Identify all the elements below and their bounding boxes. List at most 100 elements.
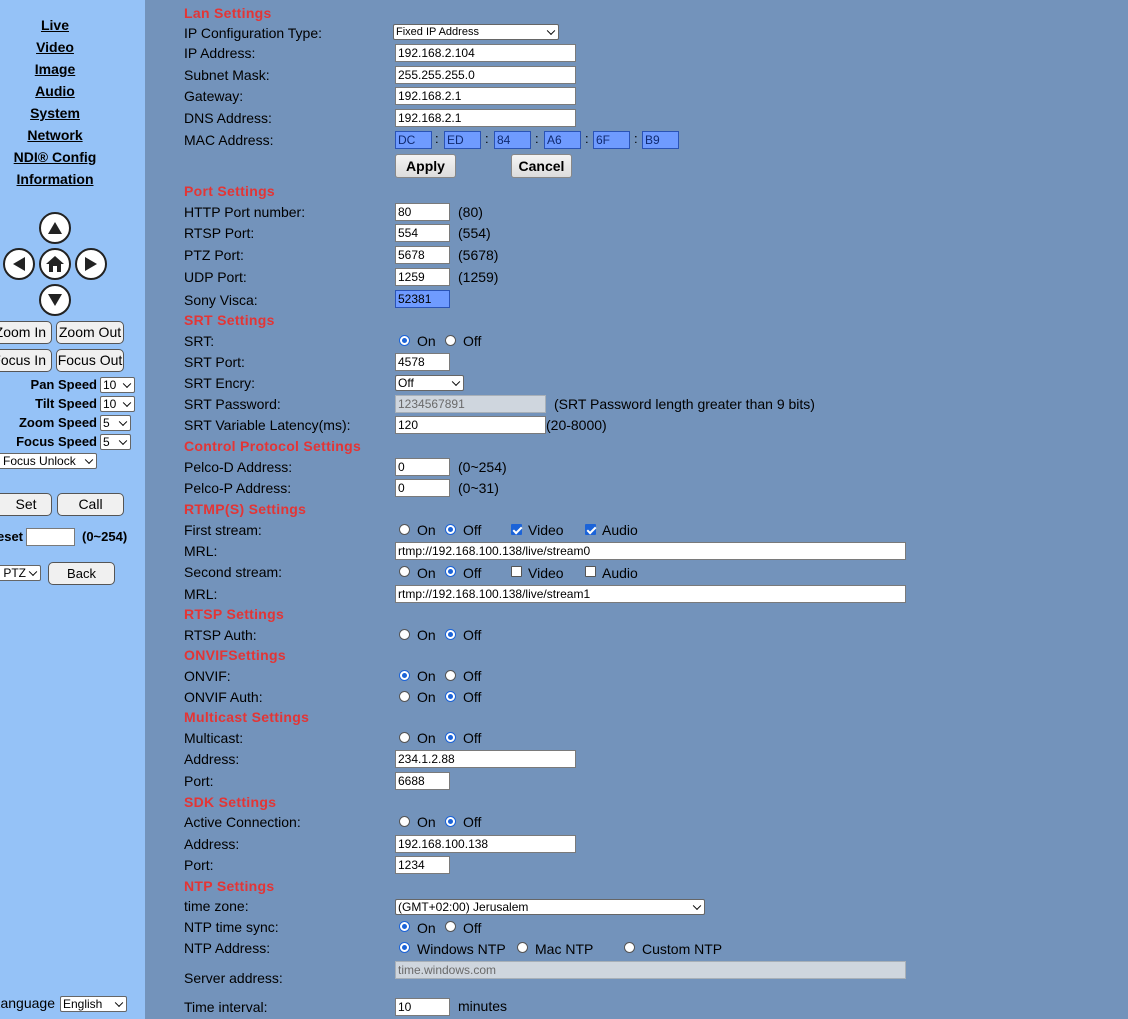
mac-byte-4[interactable]: A6 bbox=[544, 131, 581, 149]
rtsp-port-input[interactable]: 554 bbox=[395, 224, 450, 242]
srt-latency-input[interactable]: 120 bbox=[395, 416, 546, 434]
nav-ndi-config[interactable]: NDI® Config bbox=[0, 149, 110, 165]
multicast-off-radio[interactable] bbox=[445, 732, 456, 743]
pelco-d-input[interactable]: 0 bbox=[395, 458, 450, 476]
first-stream-off-radio[interactable] bbox=[445, 524, 456, 535]
nav-network[interactable]: Network bbox=[0, 127, 110, 143]
focus-speed-select[interactable]: 5 bbox=[100, 434, 131, 450]
mac-byte-3[interactable]: 84 bbox=[494, 131, 531, 149]
language-select[interactable]: English bbox=[60, 996, 127, 1012]
srt-off-radio[interactable] bbox=[445, 335, 456, 346]
nav-system[interactable]: System bbox=[0, 105, 110, 121]
onvif-auth-on-text: On bbox=[417, 689, 436, 705]
second-stream-audio-checkbox[interactable] bbox=[585, 566, 596, 577]
time-interval-input[interactable]: 10 bbox=[395, 998, 450, 1016]
multicast-port-input[interactable]: 6688 bbox=[395, 772, 450, 790]
active-connection-on-radio[interactable] bbox=[399, 816, 410, 827]
ip-config-select[interactable]: Fixed IP Address bbox=[393, 24, 559, 40]
sony-visca-input[interactable]: 52381 bbox=[395, 290, 450, 308]
multicast-on-radio[interactable] bbox=[399, 732, 410, 743]
onvif-off-radio[interactable] bbox=[445, 670, 456, 681]
mac-byte-6[interactable]: B9 bbox=[642, 131, 679, 149]
mac-ntp-radio[interactable] bbox=[517, 942, 528, 953]
nav-image[interactable]: Image bbox=[0, 61, 110, 77]
mode-select[interactable]: PTZ bbox=[0, 565, 41, 581]
mac-byte-5[interactable]: 6F bbox=[593, 131, 630, 149]
pelco-p-input[interactable]: 0 bbox=[395, 479, 450, 497]
tilt-speed-select[interactable]: 10 bbox=[100, 396, 135, 412]
rtsp-port-default: (554) bbox=[458, 225, 491, 241]
http-port-input[interactable]: 80 bbox=[395, 203, 450, 221]
sdk-address-input[interactable]: 192.168.100.138 bbox=[395, 835, 576, 853]
focus-in-button[interactable]: Focus In bbox=[0, 349, 52, 372]
first-stream-video-checkbox[interactable] bbox=[511, 524, 522, 535]
pan-left-button[interactable] bbox=[3, 248, 35, 280]
ntp-sync-on-radio[interactable] bbox=[399, 921, 410, 932]
onvif-auth-off-radio[interactable] bbox=[445, 691, 456, 702]
srt-port-input[interactable]: 4578 bbox=[395, 353, 450, 371]
back-button[interactable]: Back bbox=[48, 562, 115, 585]
windows-ntp-radio[interactable] bbox=[399, 942, 410, 953]
focus-out-button[interactable]: Focus Out bbox=[56, 349, 124, 372]
first-stream-audio-text: Audio bbox=[602, 522, 638, 538]
ptz-port-input[interactable]: 5678 bbox=[395, 246, 450, 264]
pan-speed-select[interactable]: 10 bbox=[100, 377, 135, 393]
zoom-in-button[interactable]: Zoom In bbox=[0, 321, 52, 344]
second-stream-on-radio[interactable] bbox=[399, 566, 410, 577]
first-stream-on-radio[interactable] bbox=[399, 524, 410, 535]
ptz-control-sidebar: Live Video Image Audio System Network ND… bbox=[0, 0, 145, 1019]
rtsp-auth-on-radio[interactable] bbox=[399, 629, 410, 640]
pan-up-button[interactable] bbox=[39, 212, 71, 244]
language-label: Language bbox=[0, 995, 55, 1011]
onvif-on-radio[interactable] bbox=[399, 670, 410, 681]
rtsp-auth-label: RTSP Auth: bbox=[184, 627, 257, 643]
srt-on-radio[interactable] bbox=[399, 335, 410, 346]
second-stream-mrl-input[interactable]: rtmp://192.168.100.138/live/stream1 bbox=[395, 585, 906, 603]
first-stream-mrl-input[interactable]: rtmp://192.168.100.138/live/stream0 bbox=[395, 542, 906, 560]
custom-ntp-radio[interactable] bbox=[624, 942, 635, 953]
nav-video[interactable]: Video bbox=[0, 39, 110, 55]
onvif-auth-on-radio[interactable] bbox=[399, 691, 410, 702]
nav-audio[interactable]: Audio bbox=[0, 83, 110, 99]
sdk-port-input[interactable]: 1234 bbox=[395, 856, 450, 874]
apply-button[interactable]: Apply bbox=[395, 154, 456, 178]
preset-input[interactable] bbox=[26, 528, 75, 546]
gateway-input[interactable]: 192.168.2.1 bbox=[395, 87, 576, 105]
rtsp-auth-off-radio[interactable] bbox=[445, 629, 456, 640]
srt-password-input[interactable]: 1234567891 bbox=[395, 395, 546, 413]
pan-speed-label: Pan Speed bbox=[30, 377, 97, 392]
preset-set-button[interactable]: Set bbox=[0, 493, 52, 516]
arrow-right-icon bbox=[85, 257, 97, 271]
cancel-button[interactable]: Cancel bbox=[511, 154, 572, 178]
ip-address-input[interactable]: 192.168.2.104 bbox=[395, 44, 576, 62]
pan-down-button[interactable] bbox=[39, 284, 71, 316]
mac-byte-1[interactable]: DC bbox=[395, 131, 432, 149]
multicast-address-input[interactable]: 234.1.2.88 bbox=[395, 750, 576, 768]
focus-speed-label: Focus Speed bbox=[16, 434, 97, 449]
ntp-sync-off-radio[interactable] bbox=[445, 921, 456, 932]
dns-address-input[interactable]: 192.168.2.1 bbox=[395, 109, 576, 127]
mac-byte-2[interactable]: ED bbox=[444, 131, 481, 149]
ip-address-label: IP Address: bbox=[184, 45, 256, 61]
server-address-input[interactable]: time.windows.com bbox=[395, 961, 906, 979]
multicast-port-label: Port: bbox=[184, 773, 214, 789]
active-connection-off-radio[interactable] bbox=[445, 816, 456, 827]
time-zone-select[interactable]: (GMT+02:00) Jerusalem bbox=[395, 899, 705, 915]
focus-mode-select[interactable]: Auto Focus Unlock bbox=[0, 453, 97, 469]
nav-information[interactable]: Information bbox=[0, 171, 110, 187]
zoom-out-button[interactable]: Zoom Out bbox=[56, 321, 124, 344]
subnet-mask-input[interactable]: 255.255.255.0 bbox=[395, 66, 576, 84]
first-stream-audio-checkbox[interactable] bbox=[585, 524, 596, 535]
udp-port-input[interactable]: 1259 bbox=[395, 268, 450, 286]
srt-encry-select[interactable]: Off bbox=[395, 375, 464, 391]
multicast-label: Multicast: bbox=[184, 730, 244, 746]
home-button[interactable] bbox=[39, 248, 71, 280]
pan-right-button[interactable] bbox=[75, 248, 107, 280]
second-stream-off-radio[interactable] bbox=[445, 566, 456, 577]
zoom-speed-select[interactable]: 5 bbox=[100, 415, 131, 431]
arrow-left-icon bbox=[13, 257, 25, 271]
udp-port-default: (1259) bbox=[458, 269, 499, 285]
nav-live[interactable]: Live bbox=[0, 17, 110, 33]
preset-call-button[interactable]: Call bbox=[57, 493, 124, 516]
second-stream-video-checkbox[interactable] bbox=[511, 566, 522, 577]
